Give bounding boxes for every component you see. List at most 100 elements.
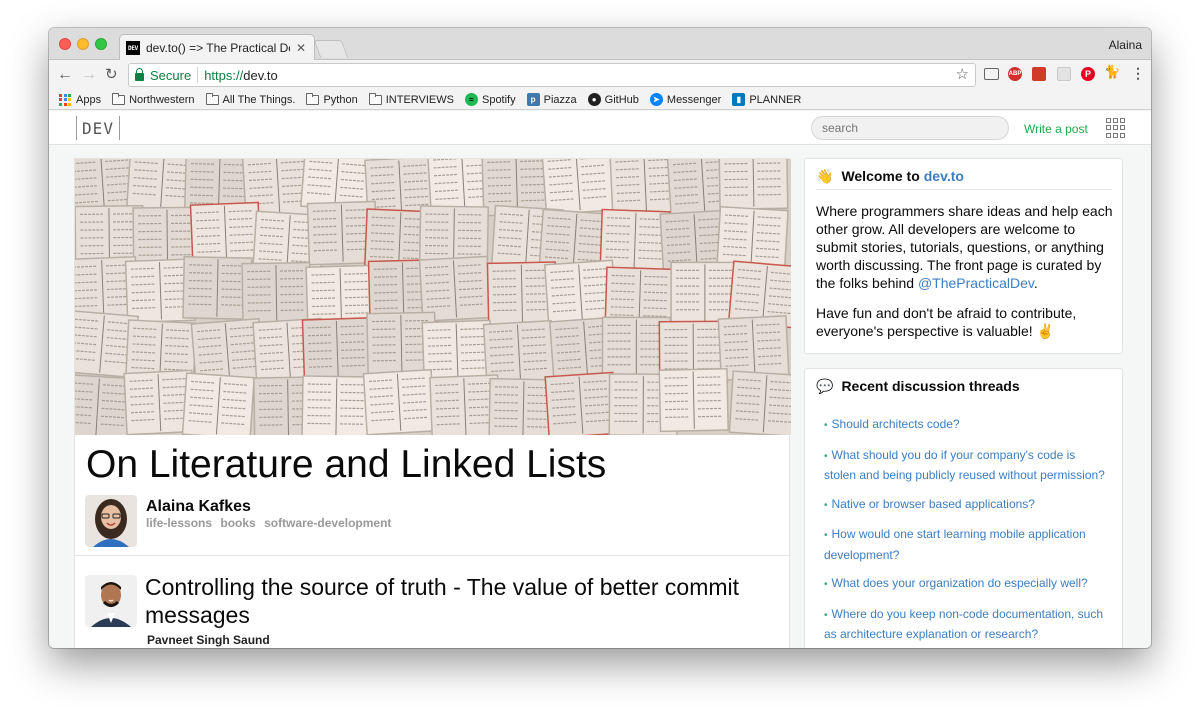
bookmark-northwestern[interactable]: Northwestern bbox=[112, 92, 195, 106]
post-title[interactable]: Controlling the source of truth - The va… bbox=[145, 573, 765, 629]
thread-list: • Should architects code? • What should yo… bbox=[824, 415, 1109, 648]
apps-grid-icon bbox=[59, 93, 71, 106]
featured-post-card[interactable]: On Literature and Linked Lists Alaina Ka… bbox=[74, 158, 791, 648]
author-avatar[interactable] bbox=[85, 495, 137, 547]
bookmark-label: Python bbox=[323, 93, 358, 106]
bullet-icon: • bbox=[824, 609, 828, 621]
bookmark-star-icon[interactable]: ☆ bbox=[956, 65, 969, 83]
tab-strip: DEV dev.to() => The Practical Dev ✕ Alai… bbox=[49, 28, 1151, 61]
tag-link[interactable]: software-development bbox=[264, 516, 391, 530]
thread-link[interactable]: • Should architects code? bbox=[824, 415, 1109, 436]
bookmark-label: INTERVIEWS bbox=[385, 93, 454, 106]
cat-extension-icon[interactable]: 🐈 bbox=[1104, 64, 1120, 79]
address-bar[interactable]: Secure https:// dev.to ☆ bbox=[128, 63, 976, 87]
welcome-heading: 👋 Welcome to dev.to bbox=[816, 168, 1112, 190]
tab-devto[interactable]: DEV dev.to() => The Practical Dev ✕ bbox=[119, 34, 315, 61]
bookmark-extension-icon[interactable] bbox=[1032, 67, 1046, 81]
bookmark-planner[interactable]: ▮ PLANNER bbox=[732, 93, 801, 106]
messenger-icon: ➤ bbox=[649, 93, 663, 106]
folder-icon bbox=[306, 92, 320, 105]
forward-arrow-icon[interactable]: → bbox=[81, 66, 97, 84]
address-divider bbox=[197, 67, 199, 83]
post-divider bbox=[75, 555, 791, 556]
pinterest-icon[interactable]: P bbox=[1081, 67, 1095, 81]
welcome-card: 👋 Welcome to dev.to Where programmers sh… bbox=[804, 158, 1123, 354]
dev-logo[interactable]: DEV bbox=[76, 116, 120, 140]
tag-link[interactable]: life-lessons bbox=[146, 516, 212, 530]
reader-extension-icon[interactable] bbox=[1057, 67, 1071, 81]
thread-link[interactable]: • Native or browser based applications? bbox=[824, 495, 1109, 516]
welcome-heading-text: Welcome to bbox=[841, 168, 920, 184]
bookmark-label: Spotify bbox=[481, 93, 516, 106]
devto-home-link[interactable]: dev.to bbox=[924, 168, 964, 184]
bookmark-label: Apps bbox=[76, 93, 102, 106]
bookmark-piazza[interactable]: p Piazza bbox=[526, 93, 577, 106]
thread-link-text: Where do you keep non-code documentation… bbox=[824, 606, 1104, 642]
browser-window: DEV dev.to() => The Practical Dev ✕ Alai… bbox=[49, 28, 1151, 648]
reload-icon[interactable]: ↻ bbox=[105, 66, 118, 84]
bullet-icon: • bbox=[824, 499, 828, 511]
zoom-window-button[interactable] bbox=[95, 38, 107, 50]
back-arrow-icon[interactable]: ← bbox=[57, 66, 73, 84]
devto-top-nav: DEV Write a post bbox=[49, 111, 1151, 145]
tag-link[interactable]: books bbox=[220, 516, 255, 530]
apps-menu-icon[interactable] bbox=[1106, 118, 1126, 138]
url-scheme: https:// bbox=[204, 67, 244, 83]
profile-name[interactable]: Alaina bbox=[1109, 38, 1142, 52]
bookmark-label: Messenger bbox=[666, 93, 722, 106]
devto-page: DEV Write a post On Literature and Linke… bbox=[49, 111, 1151, 648]
welcome-encouragement: Have fun and don't be afraid to contribu… bbox=[816, 305, 1077, 339]
bookmark-python[interactable]: Python bbox=[306, 92, 358, 106]
bullet-icon: • bbox=[824, 420, 828, 431]
post-tags: life-lessons books software-development bbox=[146, 516, 396, 530]
browser-menu-icon[interactable]: ⋮ bbox=[1131, 65, 1145, 82]
devto-favicon-icon: DEV bbox=[126, 41, 140, 55]
thread-link-text: What does your organization do especiall… bbox=[831, 576, 1088, 590]
bookmark-spotify[interactable]: ≈ Spotify bbox=[464, 93, 516, 106]
cover-image[interactable] bbox=[75, 159, 791, 435]
folder-icon bbox=[112, 92, 126, 105]
bookmark-interviews[interactable]: INTERVIEWS bbox=[368, 92, 454, 106]
post-author[interactable]: Pavneet Singh Saund bbox=[147, 633, 270, 647]
thread-link[interactable]: • What should you do if your company's co… bbox=[824, 446, 1109, 485]
author-avatar[interactable] bbox=[85, 575, 137, 627]
bookmark-label: PLANNER bbox=[749, 93, 802, 106]
waving-hand-icon: 👋 bbox=[816, 168, 834, 184]
bookmark-apps[interactable]: Apps bbox=[59, 93, 102, 106]
bookmark-messenger[interactable]: ➤ Messenger bbox=[649, 93, 722, 106]
welcome-description: Where programmers share ideas and help e… bbox=[816, 202, 1118, 292]
folder-icon bbox=[205, 92, 219, 105]
search-input[interactable] bbox=[811, 116, 1009, 140]
thread-link-text: What should you do if your company's cod… bbox=[824, 447, 1105, 483]
url-host: dev.to bbox=[243, 67, 278, 83]
bookmark-label: All The Things. bbox=[222, 93, 296, 106]
bullet-icon: • bbox=[824, 530, 828, 541]
thread-link[interactable]: • What does your organization do especial… bbox=[824, 574, 1109, 595]
thread-link[interactable]: • How would one start learning mobile app… bbox=[824, 525, 1109, 564]
bullet-icon: • bbox=[824, 579, 828, 590]
thepracticaldev-link[interactable]: @ThePracticalDev bbox=[918, 275, 1034, 291]
bookmark-github[interactable]: ● GitHub bbox=[587, 93, 639, 106]
write-post-link[interactable]: Write a post bbox=[1024, 122, 1088, 136]
thread-link-text: Native or browser based applications? bbox=[831, 496, 1035, 511]
author-name[interactable]: Alaina Kafkes bbox=[146, 498, 251, 516]
bookmark-all-the-things[interactable]: All The Things. bbox=[205, 92, 296, 106]
minimize-window-button[interactable] bbox=[77, 38, 89, 50]
featured-post-title[interactable]: On Literature and Linked Lists bbox=[86, 443, 606, 487]
spotify-icon: ≈ bbox=[464, 93, 478, 106]
adblock-icon[interactable]: ABP bbox=[1008, 67, 1022, 81]
close-window-button[interactable] bbox=[59, 38, 71, 50]
folder-icon bbox=[368, 92, 382, 105]
thread-link[interactable]: • Where do you keep non-code documentatio… bbox=[824, 605, 1109, 644]
bookmark-label: Northwestern bbox=[129, 93, 195, 106]
tab-close-icon[interactable]: ✕ bbox=[296, 41, 306, 55]
open-books-image bbox=[75, 159, 791, 435]
new-tab-button[interactable] bbox=[313, 40, 349, 58]
lock-icon bbox=[135, 68, 144, 81]
bookmark-label: GitHub bbox=[604, 93, 639, 106]
threads-heading: 💬 Recent discussion threads bbox=[816, 378, 1112, 400]
tab-title: dev.to() => The Practical Dev bbox=[146, 41, 290, 55]
speech-bubble-icon: 💬 bbox=[816, 378, 834, 394]
bookmark-label: Piazza bbox=[543, 93, 577, 106]
cast-icon[interactable] bbox=[984, 68, 999, 80]
